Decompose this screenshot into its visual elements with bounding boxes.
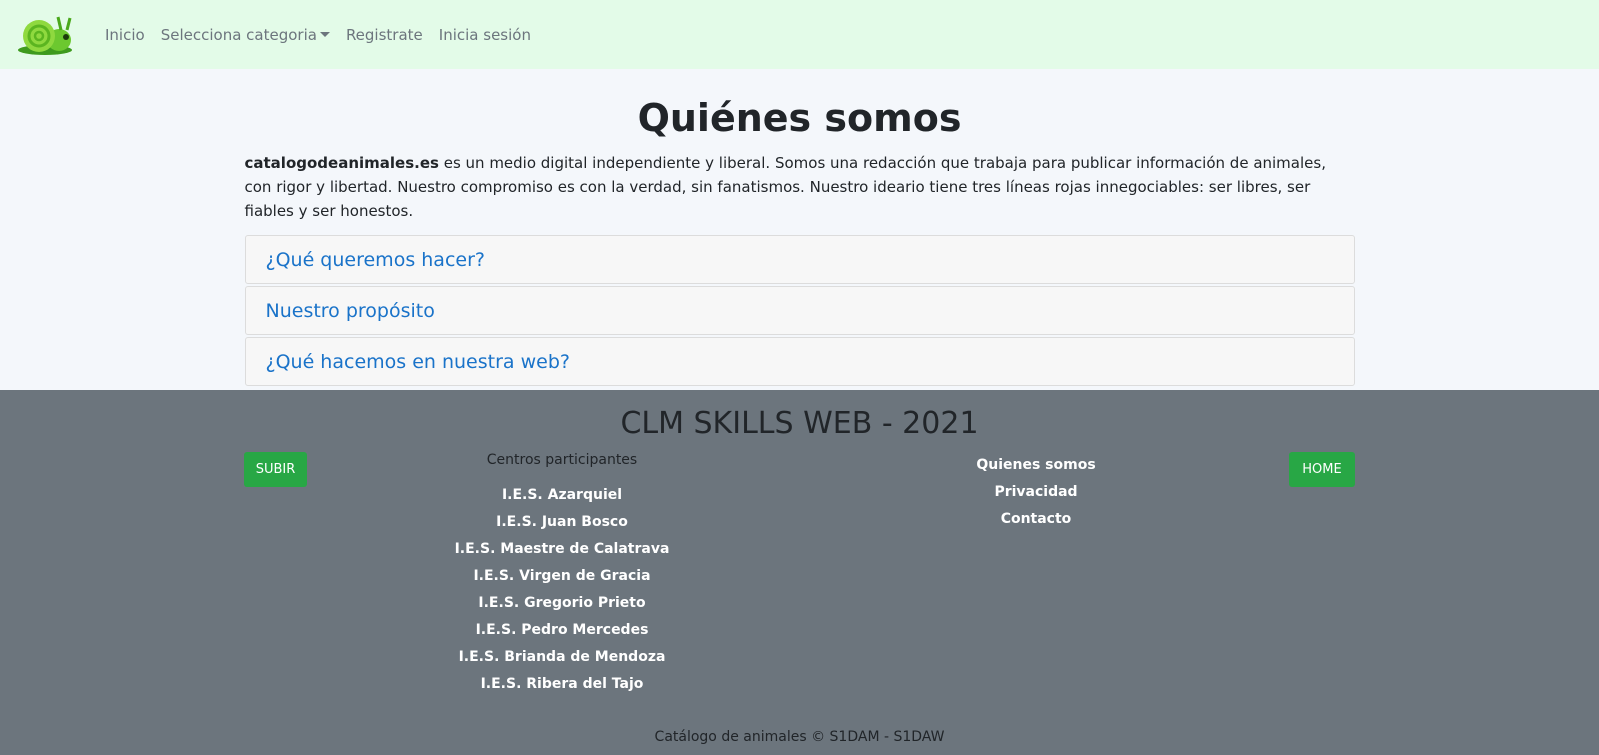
- home-button[interactable]: HOME: [1289, 452, 1355, 487]
- page-title: Quiénes somos: [637, 96, 962, 140]
- intro-brand: catalogodeanimales.es: [244, 154, 439, 172]
- nav-inicio[interactable]: Inicio: [105, 26, 145, 44]
- centro-link[interactable]: I.E.S. Brianda de Mendoza: [420, 644, 704, 671]
- accordion: ¿Qué queremos hacer? Nuestro propósito ¿…: [244, 235, 1355, 386]
- centros-heading: Centros participantes: [486, 452, 638, 468]
- nav-categoria-dropdown[interactable]: Selecciona categoria: [161, 26, 330, 44]
- accordion-button[interactable]: ¿Qué queremos hacer?: [266, 249, 485, 271]
- footer: CLM SKILLS WEB - 2021 SUBIR Centros part…: [0, 390, 1599, 755]
- navbar: Inicio Selecciona categoria Registrate I…: [0, 0, 1599, 69]
- footer-title: CLM SKILLS WEB - 2021: [620, 406, 979, 441]
- snail-logo-icon[interactable]: [17, 14, 73, 56]
- accordion-button[interactable]: Nuestro propósito: [266, 300, 435, 322]
- centro-link[interactable]: I.E.S. Maestre de Calatrava: [420, 536, 704, 563]
- centro-link[interactable]: I.E.S. Gregorio Prieto: [420, 590, 704, 617]
- nav-categoria-label: Selecciona categoria: [160, 25, 317, 44]
- centro-link[interactable]: I.E.S. Juan Bosco: [420, 509, 704, 536]
- footer-link-quienes-somos[interactable]: Quienes somos: [936, 452, 1136, 479]
- copyright: Catálogo de animales © S1DAM - S1DAW: [654, 729, 945, 745]
- accordion-item-que-hacemos[interactable]: ¿Qué hacemos en nuestra web?: [244, 337, 1355, 386]
- centros-participantes: Centros participantes I.E.S. Azarquiel I…: [420, 452, 704, 698]
- nav-registrate[interactable]: Registrate: [346, 26, 423, 44]
- centro-link[interactable]: I.E.S. Pedro Mercedes: [420, 617, 704, 644]
- subir-button[interactable]: SUBIR: [244, 452, 307, 487]
- centro-link[interactable]: I.E.S. Azarquiel: [420, 482, 704, 509]
- centro-link[interactable]: I.E.S. Ribera del Tajo: [420, 671, 704, 698]
- footer-links: Quienes somos Privacidad Contacto: [936, 452, 1136, 533]
- nav-inicia-sesion[interactable]: Inicia sesión: [439, 26, 531, 44]
- accordion-button[interactable]: ¿Qué hacemos en nuestra web?: [266, 351, 570, 373]
- footer-link-contacto[interactable]: Contacto: [936, 506, 1136, 533]
- accordion-item-que-queremos-hacer[interactable]: ¿Qué queremos hacer?: [244, 235, 1355, 284]
- centro-link[interactable]: I.E.S. Virgen de Gracia: [420, 563, 704, 590]
- caret-down-icon: [319, 31, 330, 37]
- main-content: Quiénes somos catalogodeanimales.es es u…: [244, 69, 1355, 389]
- intro-paragraph: catalogodeanimales.es es un medio digita…: [245, 151, 1355, 223]
- footer-link-privacidad[interactable]: Privacidad: [936, 479, 1136, 506]
- accordion-item-nuestro-proposito[interactable]: Nuestro propósito: [244, 286, 1355, 335]
